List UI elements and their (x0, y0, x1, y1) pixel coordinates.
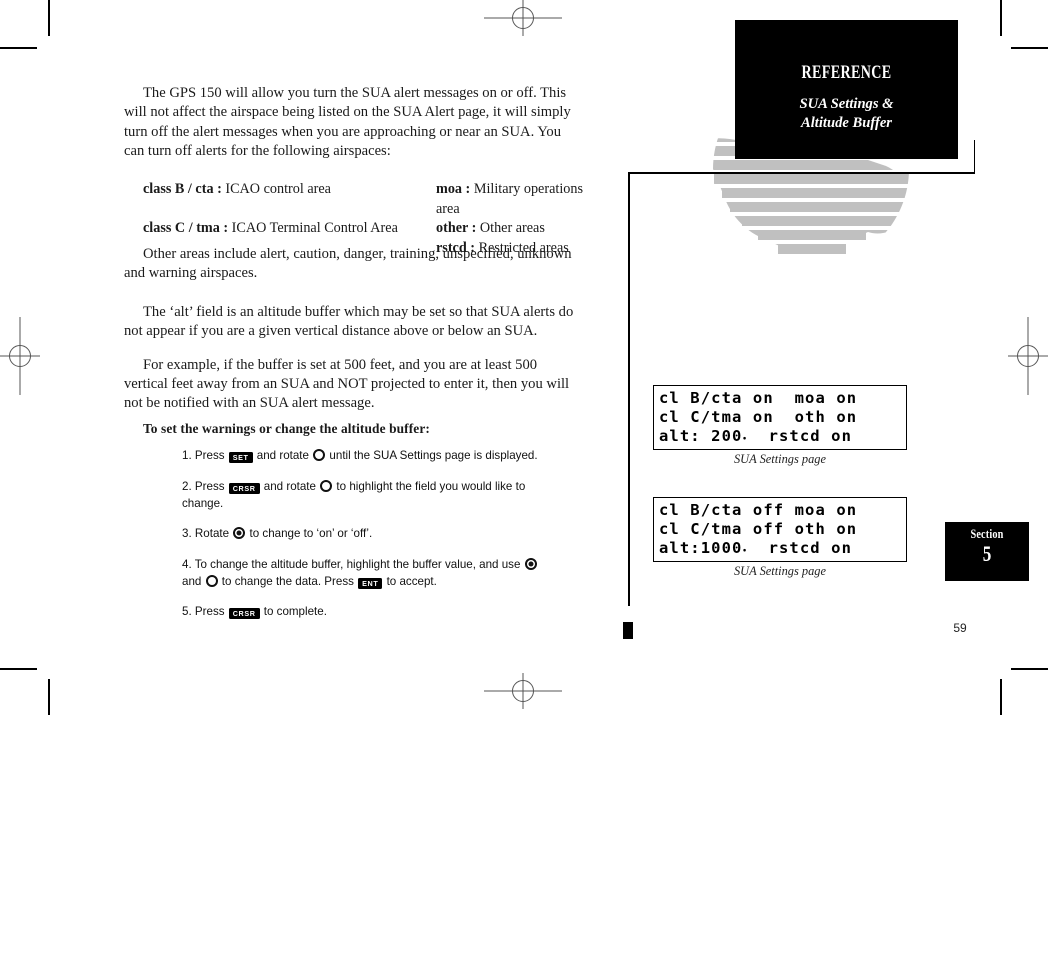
step-text: To change the altitude buffer, highlight… (194, 557, 524, 571)
reference-topic-line-2: Altitude Buffer (801, 114, 892, 131)
registration-mark-top (484, 0, 562, 36)
main-text-column-lower: Other areas include alert, caution, dang… (124, 245, 579, 414)
gps-screen-line: cl C/tma off oth on (659, 520, 858, 538)
inner-knob-icon (233, 527, 246, 539)
definition-desc: Other areas (479, 220, 545, 236)
figure-caption: SUA Settings page (733, 564, 826, 578)
gps-screen-line: cl C/tma on oth on (659, 408, 858, 426)
section-badge-number: 5 (982, 541, 992, 566)
crop-mark-bottom-left-vertical (48, 679, 50, 715)
step-number: 2. (182, 479, 192, 493)
gps-screen-line: alt:1000⸳ rstcd on (659, 539, 853, 557)
step-text: and rotate (253, 449, 313, 462)
registration-mark-right (1008, 317, 1048, 395)
step-text: and (182, 574, 205, 588)
procedure-step-list: 1. Press SET and rotate until the SUA Se… (182, 447, 557, 634)
crsr-key-icon[interactable]: CRSR (228, 608, 260, 619)
definition-term: class B / cta : (143, 181, 222, 197)
reference-topic: SUA Settings & Altitude Buffer (735, 95, 958, 132)
crop-mark-bottom-right-horizontal (1011, 668, 1048, 670)
step-number: 1. (182, 449, 192, 462)
step-text: and rotate (260, 479, 320, 493)
definition-term: other : (436, 220, 477, 236)
step-text: Press (194, 605, 228, 618)
paragraph-alt-field: The ‘alt’ field is an altitude buffer wh… (124, 303, 574, 340)
definition-term: class C / tma : (143, 220, 229, 236)
step-text: to accept. (383, 574, 437, 588)
paragraph-intro: The GPS 150 will allow you turn the SUA … (124, 85, 571, 160)
definition-desc: ICAO Terminal Control Area (231, 220, 398, 236)
list-item: 1. Press SET and rotate until the SUA Se… (182, 447, 557, 464)
registration-mark-bottom (484, 673, 562, 709)
reference-topic-line-1: SUA Settings & (799, 96, 894, 112)
list-item: 4. To change the altitude buffer, highli… (182, 556, 557, 590)
step-number: 3. (182, 527, 192, 540)
crop-mark-top-right-vertical (1000, 0, 1002, 36)
gps-screen-sua-settings-on: cl B/cta on moa on cl C/tma on oth on al… (653, 385, 907, 450)
definition-cell-right: moa : Military operations area (436, 180, 593, 219)
step-text: Rotate (194, 527, 233, 540)
gps-screen-line: alt: 200⸳ rstcd on (659, 427, 853, 445)
reference-header-block: REFERENCE SUA Settings & Altitude Buffer (735, 20, 958, 159)
procedure-heading: To set the warnings or change the altitu… (143, 421, 430, 436)
step-text: Press (194, 449, 228, 462)
step-text: to change to ‘on’ or ‘off’. (246, 527, 373, 540)
reference-label: REFERENCE (801, 62, 892, 83)
definition-cell-left: class C / tma : ICAO Terminal Control Ar… (143, 219, 436, 239)
step-number: 5. (182, 605, 192, 618)
definition-desc: ICAO control area (225, 181, 331, 197)
crop-mark-top-left-horizontal (0, 47, 37, 49)
definition-row: class C / tma : ICAO Terminal Control Ar… (143, 219, 593, 239)
list-item: 5. Press CRSR to complete. (182, 603, 557, 620)
list-item: 2. Press CRSR and rotate to highlight th… (182, 478, 557, 512)
step-number: 4. (182, 557, 192, 571)
registration-mark-left (0, 317, 40, 395)
list-item: 3. Rotate to change to ‘on’ or ‘off’. (182, 525, 557, 542)
crop-mark-bottom-left-horizontal (0, 668, 37, 670)
outer-knob-icon (313, 449, 326, 461)
outer-knob-icon (320, 479, 333, 492)
step-text: until the SUA Settings page is displayed… (326, 449, 538, 462)
step-text: Press (194, 479, 228, 493)
inner-knob-icon (524, 557, 537, 570)
gps-screen-line: cl B/cta on moa on (659, 389, 858, 407)
ent-key-icon[interactable]: ENT (358, 577, 383, 589)
crsr-key-icon[interactable]: CRSR (228, 482, 260, 494)
section-badge-label: Section (970, 527, 1004, 541)
definition-cell-right: other : Other areas (436, 219, 593, 239)
gps-screen-line: cl B/cta off moa on (659, 501, 858, 519)
crop-mark-top-right-horizontal (1011, 47, 1048, 49)
page-marker-square (623, 622, 633, 639)
step-text: to complete. (260, 605, 327, 618)
definition-cell-left: class B / cta : ICAO control area (143, 180, 436, 219)
sidebar-right-rule (973, 140, 976, 173)
set-key-icon[interactable]: SET (228, 452, 253, 463)
crop-mark-top-left-vertical (48, 0, 50, 36)
definition-row: class B / cta : ICAO control area moa : … (143, 180, 593, 219)
figure-caption: SUA Settings page (733, 452, 826, 466)
crop-mark-bottom-right-vertical (1000, 679, 1002, 715)
definition-term: moa : (436, 181, 471, 197)
section-badge: Section 5 (945, 522, 1029, 581)
page-number: 59 (953, 621, 967, 635)
gps-screen-sua-settings-off: cl B/cta off moa on cl C/tma off oth on … (653, 497, 907, 562)
step-text: to change the data. Press (218, 574, 358, 588)
paragraph-other-areas: Other areas include alert, caution, dang… (124, 246, 572, 282)
main-text-column: The GPS 150 will allow you turn the SUA … (124, 84, 579, 162)
paragraph-example: For example, if the buffer is set at 500… (124, 356, 570, 412)
sidebar-left-rule (628, 172, 630, 606)
outer-knob-icon (205, 574, 218, 587)
